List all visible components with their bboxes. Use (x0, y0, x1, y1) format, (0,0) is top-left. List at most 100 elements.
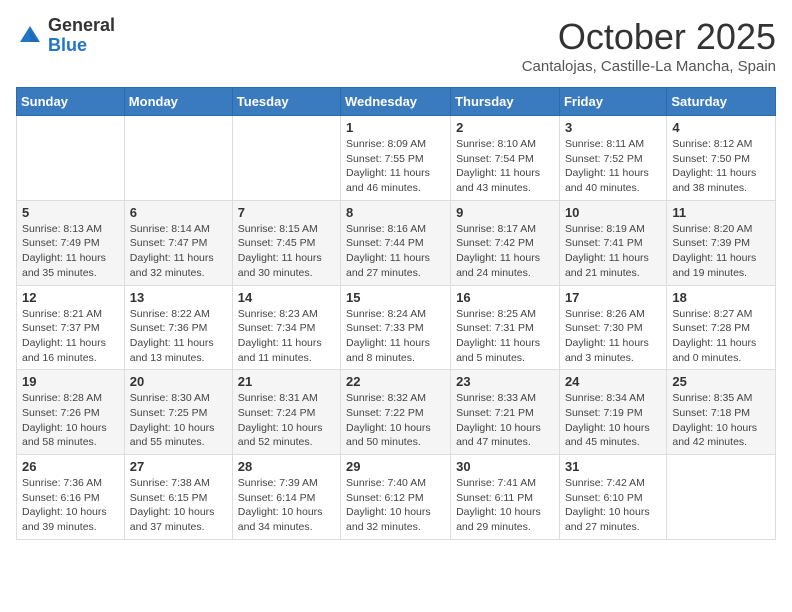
day-number: 21 (238, 374, 335, 389)
calendar-cell: 20 Sunrise: 8:30 AM Sunset: 7:25 PM Dayli… (124, 370, 232, 455)
calendar-cell: 8 Sunrise: 8:16 AM Sunset: 7:44 PM Daylig… (341, 200, 451, 285)
day-number: 4 (672, 120, 770, 135)
day-number: 27 (130, 459, 227, 474)
weekday-header-monday: Monday (124, 88, 232, 116)
calendar-cell: 6 Sunrise: 8:14 AM Sunset: 7:47 PM Daylig… (124, 200, 232, 285)
title-block: October 2025 Cantalojas, Castille-La Man… (522, 16, 776, 75)
calendar-body: 1 Sunrise: 8:09 AM Sunset: 7:55 PM Daylig… (17, 116, 776, 540)
calendar-cell: 9Sunrise: 8:17 AM Sunset: 7:42 PM Daylig… (451, 200, 560, 285)
day-info: Sunrise: 8:19 AM Sunset: 7:41 PM Dayligh… (565, 222, 661, 281)
calendar-cell: 13 Sunrise: 8:22 AM Sunset: 7:36 PM Dayli… (124, 285, 232, 370)
day-info: Sunrise: 8:17 AM Sunset: 7:42 PM Dayligh… (456, 222, 554, 281)
day-info: Sunrise: 8:11 AM Sunset: 7:52 PM Dayligh… (565, 137, 661, 196)
day-info: Sunrise: 7:38 AM Sunset: 6:15 PM Dayligh… (130, 476, 227, 535)
location-subtitle: Cantalojas, Castille-La Mancha, Spain (522, 58, 776, 75)
calendar-cell: 24Sunrise: 8:34 AM Sunset: 7:19 PM Dayli… (559, 370, 666, 455)
calendar-cell: 5 Sunrise: 8:13 AM Sunset: 7:49 PM Daylig… (17, 200, 125, 285)
calendar-cell: 14Sunrise: 8:23 AM Sunset: 7:34 PM Dayli… (232, 285, 340, 370)
calendar-week-row: 1 Sunrise: 8:09 AM Sunset: 7:55 PM Daylig… (17, 116, 776, 201)
day-number: 25 (672, 374, 770, 389)
day-info: Sunrise: 8:32 AM Sunset: 7:22 PM Dayligh… (346, 391, 445, 450)
day-number: 17 (565, 290, 661, 305)
day-number: 8 (346, 205, 445, 220)
day-info: Sunrise: 8:23 AM Sunset: 7:34 PM Dayligh… (238, 307, 335, 366)
logo-general-text: General (48, 16, 115, 36)
day-info: Sunrise: 7:39 AM Sunset: 6:14 PM Dayligh… (238, 476, 335, 535)
day-number: 19 (22, 374, 119, 389)
calendar-week-row: 26 Sunrise: 7:36 AM Sunset: 6:16 PM Dayli… (17, 455, 776, 540)
day-number: 13 (130, 290, 227, 305)
calendar-cell: 26 Sunrise: 7:36 AM Sunset: 6:16 PM Dayli… (17, 455, 125, 540)
calendar-cell: 25 Sunrise: 8:35 AM Sunset: 7:18 PM Dayli… (667, 370, 776, 455)
day-number: 29 (346, 459, 445, 474)
calendar-cell: 30 Sunrise: 7:41 AM Sunset: 6:11 PM Dayli… (451, 455, 560, 540)
calendar-cell: 7Sunrise: 8:15 AM Sunset: 7:45 PM Daylig… (232, 200, 340, 285)
day-info: Sunrise: 8:21 AM Sunset: 7:37 PM Dayligh… (22, 307, 119, 366)
calendar-week-row: 12 Sunrise: 8:21 AM Sunset: 7:37 PM Dayli… (17, 285, 776, 370)
calendar-week-row: 5 Sunrise: 8:13 AM Sunset: 7:49 PM Daylig… (17, 200, 776, 285)
day-number: 23 (456, 374, 554, 389)
day-info: Sunrise: 8:09 AM Sunset: 7:55 PM Dayligh… (346, 137, 445, 196)
day-number: 5 (22, 205, 119, 220)
day-number: 11 (672, 205, 770, 220)
calendar-cell: 27 Sunrise: 7:38 AM Sunset: 6:15 PM Dayli… (124, 455, 232, 540)
day-info: Sunrise: 7:40 AM Sunset: 6:12 PM Dayligh… (346, 476, 445, 535)
day-number: 22 (346, 374, 445, 389)
day-number: 10 (565, 205, 661, 220)
day-info: Sunrise: 7:42 AM Sunset: 6:10 PM Dayligh… (565, 476, 661, 535)
day-number: 6 (130, 205, 227, 220)
day-number: 30 (456, 459, 554, 474)
day-number: 26 (22, 459, 119, 474)
day-number: 12 (22, 290, 119, 305)
day-number: 16 (456, 290, 554, 305)
calendar-cell: 2Sunrise: 8:10 AM Sunset: 7:54 PM Daylig… (451, 116, 560, 201)
calendar-cell (17, 116, 125, 201)
calendar-cell (667, 455, 776, 540)
day-info: Sunrise: 8:22 AM Sunset: 7:36 PM Dayligh… (130, 307, 227, 366)
month-title: October 2025 (522, 16, 776, 58)
weekday-header-tuesday: Tuesday (232, 88, 340, 116)
calendar-cell: 12 Sunrise: 8:21 AM Sunset: 7:37 PM Dayli… (17, 285, 125, 370)
day-number: 7 (238, 205, 335, 220)
calendar-cell (232, 116, 340, 201)
calendar-cell: 16 Sunrise: 8:25 AM Sunset: 7:31 PM Dayli… (451, 285, 560, 370)
calendar-cell: 23Sunrise: 8:33 AM Sunset: 7:21 PM Dayli… (451, 370, 560, 455)
day-info: Sunrise: 7:41 AM Sunset: 6:11 PM Dayligh… (456, 476, 554, 535)
day-info: Sunrise: 8:24 AM Sunset: 7:33 PM Dayligh… (346, 307, 445, 366)
day-info: Sunrise: 8:31 AM Sunset: 7:24 PM Dayligh… (238, 391, 335, 450)
day-info: Sunrise: 8:26 AM Sunset: 7:30 PM Dayligh… (565, 307, 661, 366)
calendar-cell (124, 116, 232, 201)
calendar-cell: 1 Sunrise: 8:09 AM Sunset: 7:55 PM Daylig… (341, 116, 451, 201)
day-number: 20 (130, 374, 227, 389)
weekday-header-row: SundayMondayTuesdayWednesdayThursdayFrid… (17, 88, 776, 116)
calendar-table: SundayMondayTuesdayWednesdayThursdayFrid… (16, 87, 776, 540)
weekday-header-sunday: Sunday (17, 88, 125, 116)
day-info: Sunrise: 7:36 AM Sunset: 6:16 PM Dayligh… (22, 476, 119, 535)
day-info: Sunrise: 8:10 AM Sunset: 7:54 PM Dayligh… (456, 137, 554, 196)
day-info: Sunrise: 8:16 AM Sunset: 7:44 PM Dayligh… (346, 222, 445, 281)
day-info: Sunrise: 8:12 AM Sunset: 7:50 PM Dayligh… (672, 137, 770, 196)
calendar-cell: 29 Sunrise: 7:40 AM Sunset: 6:12 PM Dayli… (341, 455, 451, 540)
day-info: Sunrise: 8:35 AM Sunset: 7:18 PM Dayligh… (672, 391, 770, 450)
calendar-cell: 4 Sunrise: 8:12 AM Sunset: 7:50 PM Daylig… (667, 116, 776, 201)
day-info: Sunrise: 8:28 AM Sunset: 7:26 PM Dayligh… (22, 391, 119, 450)
day-info: Sunrise: 8:14 AM Sunset: 7:47 PM Dayligh… (130, 222, 227, 281)
calendar-cell: 17 Sunrise: 8:26 AM Sunset: 7:30 PM Dayli… (559, 285, 666, 370)
calendar-cell: 10 Sunrise: 8:19 AM Sunset: 7:41 PM Dayli… (559, 200, 666, 285)
logo-icon (16, 22, 44, 50)
day-number: 1 (346, 120, 445, 135)
day-number: 15 (346, 290, 445, 305)
day-info: Sunrise: 8:25 AM Sunset: 7:31 PM Dayligh… (456, 307, 554, 366)
calendar-cell: 18Sunrise: 8:27 AM Sunset: 7:28 PM Dayli… (667, 285, 776, 370)
day-info: Sunrise: 8:30 AM Sunset: 7:25 PM Dayligh… (130, 391, 227, 450)
weekday-header-thursday: Thursday (451, 88, 560, 116)
calendar-cell: 21 Sunrise: 8:31 AM Sunset: 7:24 PM Dayli… (232, 370, 340, 455)
calendar-cell: 15 Sunrise: 8:24 AM Sunset: 7:33 PM Dayli… (341, 285, 451, 370)
day-number: 28 (238, 459, 335, 474)
day-number: 24 (565, 374, 661, 389)
calendar-header: SundayMondayTuesdayWednesdayThursdayFrid… (17, 88, 776, 116)
calendar-cell: 22 Sunrise: 8:32 AM Sunset: 7:22 PM Dayli… (341, 370, 451, 455)
day-info: Sunrise: 8:13 AM Sunset: 7:49 PM Dayligh… (22, 222, 119, 281)
calendar-cell: 11Sunrise: 8:20 AM Sunset: 7:39 PM Dayli… (667, 200, 776, 285)
logo-blue-text: Blue (48, 36, 115, 56)
